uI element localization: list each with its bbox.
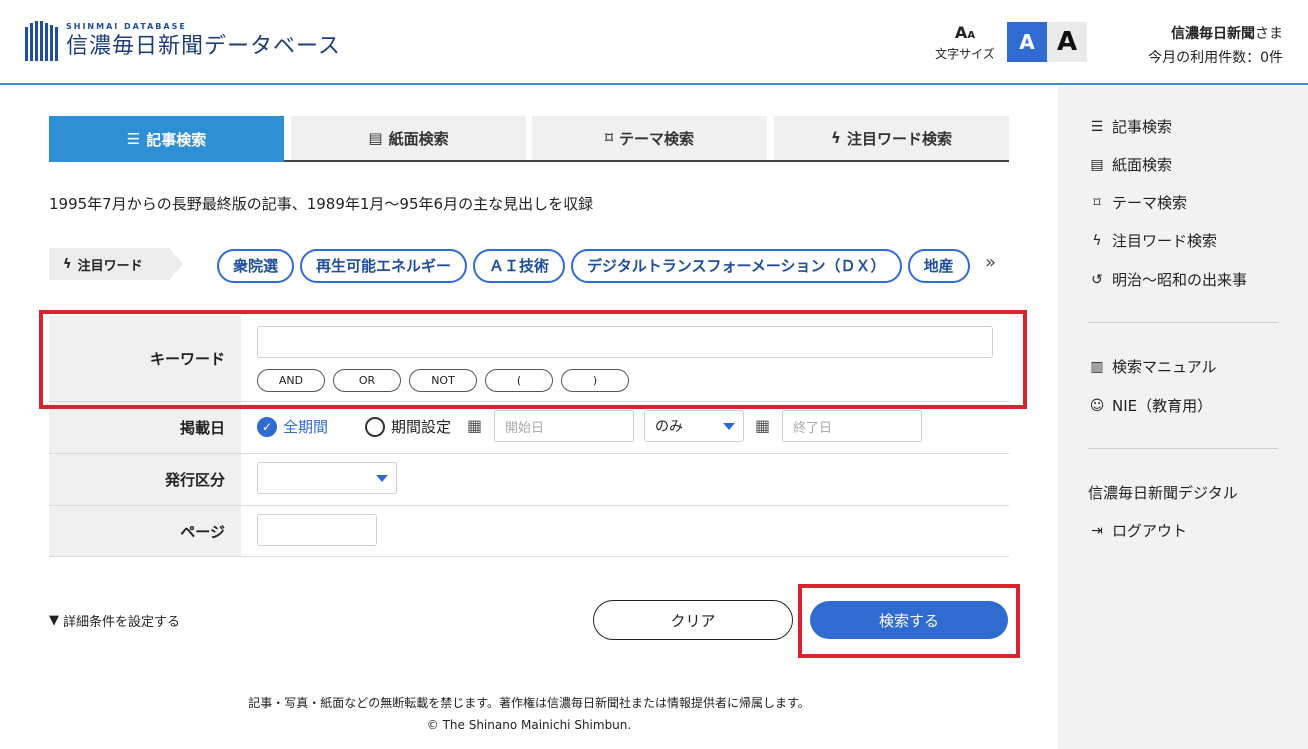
intro-text: 1995年7月からの長野最終版の記事、1989年1月～95年6月の主な見出しを収… [49, 195, 594, 213]
end-date-input[interactable]: 終了日 [782, 410, 922, 442]
sidebar-item-logout[interactable]: ⇥ ログアウト [1088, 520, 1187, 541]
tab-trend-search[interactable]: ϟ 注目ワード検索 [774, 116, 1009, 160]
chips-next-button[interactable]: » [985, 252, 996, 273]
trending-chip[interactable]: 地産 [907, 249, 970, 283]
user-name: 信濃毎日新聞 [1171, 26, 1255, 42]
triangle-down-icon: ▼ [49, 613, 59, 628]
sidebar-divider [1088, 322, 1278, 323]
radio-period-set[interactable]: 期間設定 [365, 416, 451, 437]
footer-copyright: © The Shinano Mainichi Shimbun. [426, 718, 632, 732]
logo-mark-icon [25, 21, 58, 61]
kind-row: 発行区分 [49, 454, 1009, 506]
footer-copyright-notice: 記事・写真・紙面などの無断転載を禁じます。著作権は信濃毎日新聞社または情報提供者… [248, 696, 810, 710]
header: SHINMAI DATABASE 信濃毎日新聞データベース AA 文字サイズ A… [0, 0, 1308, 85]
font-size-icon: AA [954, 23, 976, 42]
font-size-large-button[interactable]: A [1047, 22, 1087, 62]
logo-subtitle: SHINMAI DATABASE [66, 22, 187, 31]
sidebar-divider [1088, 448, 1278, 449]
calendar-icon[interactable]: ▦ [755, 416, 770, 435]
sidebar-item-digital[interactable]: 信濃毎日新聞デジタル [1088, 482, 1238, 503]
lightning-icon: ϟ [63, 256, 72, 272]
logo[interactable]: SHINMAI DATABASE 信濃毎日新聞データベース [25, 21, 341, 61]
sidebar-item-manual[interactable]: ▥ 検索マニュアル [1088, 356, 1216, 377]
search-tabs: ☰ 記事検索 ▤ 紙面検索 ⌑ テーマ検索 ϟ 注目ワード検索 [49, 116, 1009, 162]
bookmark-icon: ⌑ [1093, 194, 1101, 211]
sidebar-item-trend-search[interactable]: ϟ 注目ワード検索 [1088, 230, 1217, 251]
sidebar: ☰ 記事検索 ▤ 紙面検索 ⌑ テーマ検索 ϟ 注目ワード検索 ↺ 明治～昭和の… [1058, 86, 1308, 749]
newspaper-icon: ▤ [1090, 156, 1104, 173]
list-icon: ☰ [126, 130, 141, 148]
highlight-box-keyword [39, 310, 1027, 409]
sidebar-item-page-search[interactable]: ▤ 紙面検索 [1088, 154, 1172, 175]
book-icon: ▥ [1090, 358, 1104, 375]
trending-label: ϟ 注目ワード [49, 248, 183, 280]
trending-chip[interactable]: デジタルトランスフォーメーション（ＤＸ） [571, 249, 902, 283]
sidebar-item-theme-search[interactable]: ⌑ テーマ検索 [1088, 192, 1187, 213]
trending-chips: 衆院選 再生可能エネルギー ＡＩ技術 デジタルトランスフォーメーション（ＤＸ） 地産 [217, 249, 977, 283]
page-label: ページ [49, 506, 241, 556]
chevron-down-icon [723, 423, 735, 430]
lightning-icon: ϟ [831, 129, 841, 147]
font-size-small-button[interactable]: A [1007, 22, 1047, 62]
calendar-icon[interactable]: ▦ [467, 416, 482, 435]
sidebar-item-article-search[interactable]: ☰ 記事検索 [1088, 116, 1172, 137]
radio-all-period[interactable]: ✓ 全期間 [257, 416, 328, 437]
kind-label: 発行区分 [49, 454, 241, 505]
clear-button[interactable]: クリア [593, 600, 793, 640]
font-size-control: AA 文字サイズ [928, 23, 1002, 62]
tab-page-search[interactable]: ▤ 紙面検索 [291, 116, 526, 160]
logo-title: 信濃毎日新聞データベース [66, 34, 341, 59]
logout-icon: ⇥ [1091, 522, 1103, 539]
usage-count: 今月の利用件数：0件 [1148, 50, 1283, 66]
search-button[interactable]: 検索する [810, 601, 1008, 639]
user-info: 信濃毎日新聞さま 今月の利用件数：0件 [1148, 22, 1283, 70]
kind-select[interactable] [257, 462, 397, 494]
lightning-icon: ϟ [1092, 232, 1102, 249]
bookmark-icon: ⌑ [604, 129, 614, 147]
date-row: 掲載日 ✓ 全期間 期間設定 ▦ 開始日 のみ ▦ 終了日 [49, 402, 1009, 454]
user-suffix: さま [1255, 26, 1283, 42]
start-date-input[interactable]: 開始日 [494, 410, 634, 442]
sidebar-item-history[interactable]: ↺ 明治～昭和の出来事 [1088, 269, 1247, 290]
tab-article-search[interactable]: ☰ 記事検索 [49, 116, 284, 162]
page-row: ページ [49, 506, 1009, 557]
tab-theme-search[interactable]: ⌑ テーマ検索 [532, 116, 767, 160]
page-input[interactable] [257, 514, 377, 546]
trending-chip[interactable]: 衆院選 [217, 249, 295, 283]
date-label: 掲載日 [49, 402, 241, 453]
radio-icon [365, 416, 385, 437]
trending-chip[interactable]: 再生可能エネルギー [300, 249, 468, 283]
font-size-label: 文字サイズ [935, 47, 995, 61]
history-icon: ↺ [1091, 271, 1103, 288]
face-icon: ☺ [1089, 397, 1105, 414]
trending-chip[interactable]: ＡＩ技術 [473, 249, 566, 283]
chevron-down-icon [376, 475, 388, 482]
range-mode-select[interactable]: のみ [644, 410, 744, 442]
newspaper-icon: ▤ [368, 129, 383, 147]
list-icon: ☰ [1090, 118, 1104, 135]
sidebar-item-nie[interactable]: ☺ NIE（教育用） [1088, 395, 1212, 416]
check-icon: ✓ [257, 416, 277, 437]
detail-toggle[interactable]: ▼ 詳細条件を設定する [49, 611, 180, 630]
